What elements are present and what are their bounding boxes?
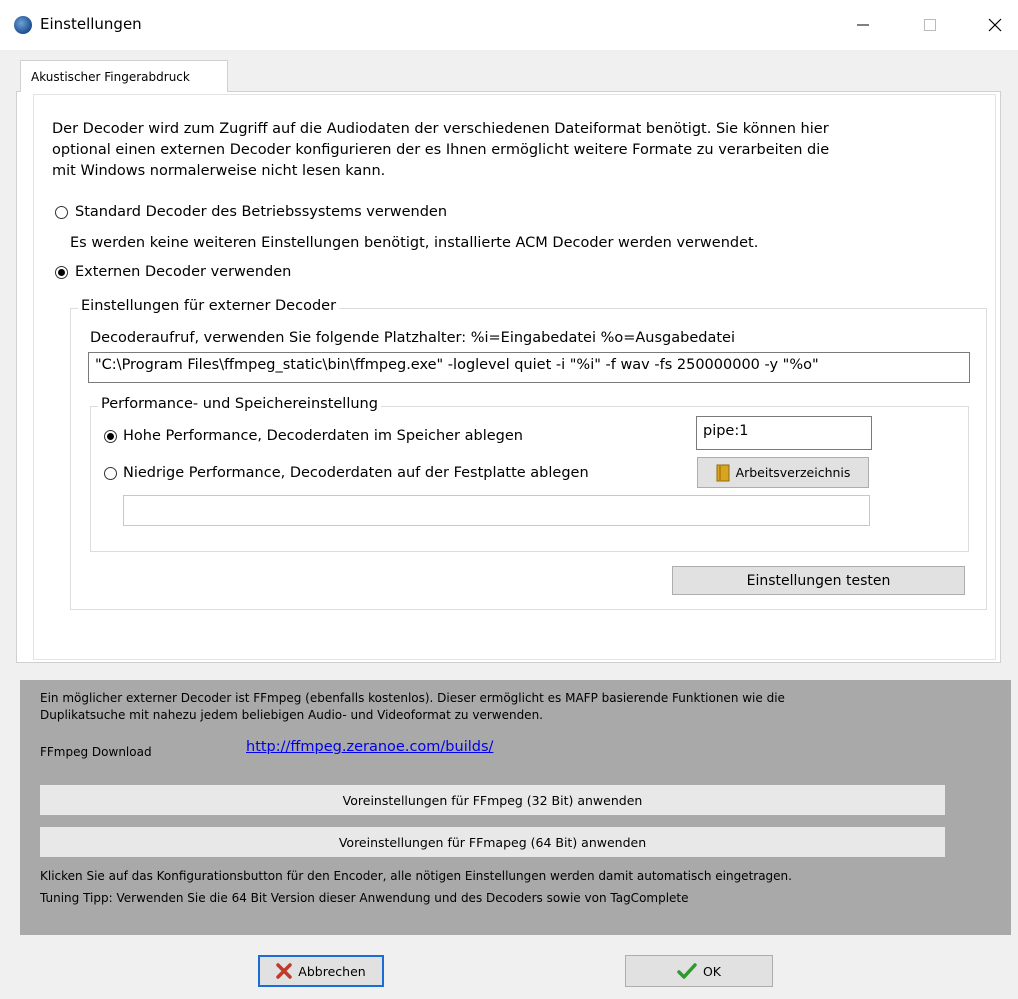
download-label: FFmpeg Download xyxy=(40,745,152,759)
intro-line-1: Der Decoder wird zum Zugriff auf die Aud… xyxy=(52,121,829,137)
workdir-path-input[interactable] xyxy=(123,495,870,526)
high-performance-label[interactable]: Hohe Performance, Decoderdaten im Speich… xyxy=(123,426,523,447)
close-button[interactable] xyxy=(972,0,1018,50)
workdir-button-label: Arbeitsverzeichnis xyxy=(735,465,851,480)
standard-decoder-note: Es werden keine weiteren Einstellungen b… xyxy=(70,235,759,251)
cancel-button[interactable]: Abbrechen xyxy=(258,955,384,987)
download-link[interactable]: http://ffmpeg.zeranoe.com/builds/ xyxy=(246,739,493,755)
intro-line-3: mit Windows normalerweise nicht lesen ka… xyxy=(52,163,386,179)
close-icon xyxy=(988,18,1002,32)
pipe-input[interactable]: pipe:1 xyxy=(696,416,872,450)
minimize-icon xyxy=(857,24,869,26)
radio-high-performance[interactable] xyxy=(104,430,117,443)
preset-32bit-button[interactable]: Voreinstellungen für FFmpeg (32 Bit) anw… xyxy=(40,785,945,815)
hint-line-1: Klicken Sie auf das Konfigurationsbutton… xyxy=(40,869,792,883)
folder-icon xyxy=(716,464,730,481)
radio-standard-decoder[interactable] xyxy=(55,206,68,219)
standard-decoder-label[interactable]: Standard Decoder des Betriebssystems ver… xyxy=(75,202,447,223)
external-decoder-label[interactable]: Externen Decoder verwenden xyxy=(75,262,291,283)
info-line-1: Ein möglicher externer Decoder ist FFmpe… xyxy=(40,691,785,705)
decoder-command-input[interactable]: "C:\Program Files\ffmpeg_static\bin\ffmp… xyxy=(88,352,970,383)
cancel-button-label: Abbrechen xyxy=(298,963,366,979)
test-settings-button[interactable]: Einstellungen testen xyxy=(672,566,965,595)
maximize-button[interactable] xyxy=(907,0,953,50)
performance-legend: Performance- und Speichereinstellung xyxy=(98,396,381,412)
radio-low-performance[interactable] xyxy=(104,467,117,480)
maximize-icon xyxy=(924,19,936,31)
tab-akustischer-fingerabdruck[interactable]: Akustischer Fingerabdruck xyxy=(20,60,228,92)
low-performance-label[interactable]: Niedrige Performance, Decoderdaten auf d… xyxy=(123,463,589,484)
ok-button[interactable]: OK xyxy=(625,955,773,987)
minimize-button[interactable] xyxy=(840,0,886,50)
hint-line-2: Tuning Tipp: Verwenden Sie die 64 Bit Ve… xyxy=(40,891,689,905)
intro-line-2: optional einen externen Decoder konfigur… xyxy=(52,142,830,158)
workdir-button[interactable]: Arbeitsverzeichnis xyxy=(697,457,869,488)
app-icon xyxy=(14,16,32,34)
radio-external-decoder[interactable] xyxy=(55,266,68,279)
ok-button-label: OK xyxy=(702,963,722,979)
info-line-2: Duplikatsuche mit nahezu jedem beliebige… xyxy=(40,708,543,722)
window-title: Einstellungen xyxy=(40,15,142,33)
preset-64bit-button[interactable]: Voreinstellungen für FFmapeg (64 Bit) an… xyxy=(40,827,945,857)
external-settings-legend: Einstellungen für externer Decoder xyxy=(78,298,340,314)
checkmark-icon xyxy=(677,963,697,979)
decoder-call-label: Decoderaufruf, verwenden Sie folgende Pl… xyxy=(90,330,735,346)
cancel-x-icon xyxy=(276,963,293,979)
